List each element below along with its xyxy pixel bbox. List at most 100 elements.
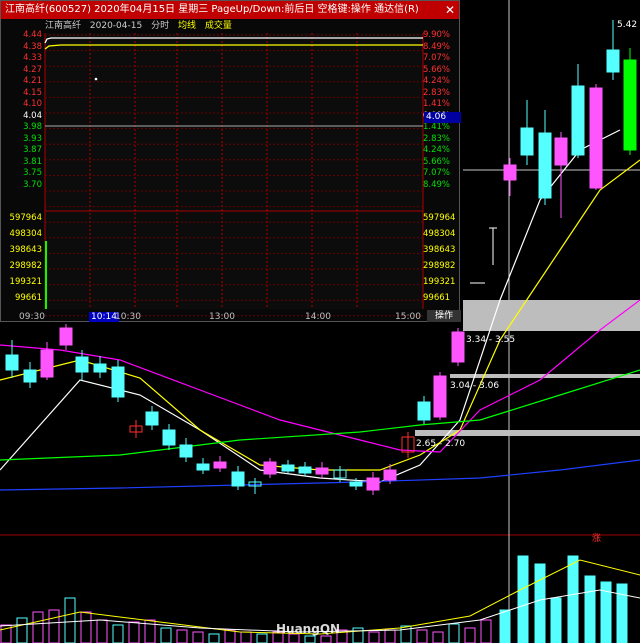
- price-label-11: 3.81: [23, 156, 42, 167]
- volume-label-right-1: 498304: [423, 229, 456, 239]
- volume-bar-33: [534, 563, 546, 643]
- time-label-2: 10:30: [115, 312, 141, 322]
- operate-button[interactable]: 操作: [427, 310, 461, 322]
- candle-body-12: [213, 461, 227, 469]
- candle-body-3: [59, 327, 73, 346]
- price-label-4: 4.21: [23, 76, 42, 86]
- candle-body-24: [417, 401, 431, 421]
- price-label-10: 3.87: [23, 145, 42, 155]
- zone-label-2: 3.04 - 3.06: [450, 381, 500, 391]
- price-label-6: 4.10: [23, 99, 42, 109]
- volume-bar-35: [567, 555, 579, 643]
- volume-bar-6: [96, 619, 108, 643]
- percent-label-5: 2.83%: [423, 87, 451, 98]
- volume-bar-31: [499, 609, 511, 643]
- candle-body-17: [298, 466, 312, 474]
- percent-label-0: 9.90%: [423, 30, 451, 40]
- percent-label-9: 2.83%: [423, 133, 451, 144]
- time-label-5: 15:00: [395, 312, 421, 322]
- volume-bar-23: [368, 631, 380, 643]
- candle-body-13: [231, 471, 245, 487]
- candle-body-10: [179, 444, 193, 458]
- volume-label-right-5: 99661: [423, 293, 451, 303]
- price-label-8: 3.98: [23, 122, 42, 132]
- volume-bar-10: [160, 627, 172, 643]
- percent-label-13: 8.49%: [423, 179, 451, 190]
- candle-body-27: [503, 164, 517, 181]
- percent-label-12: 7.07%: [423, 168, 451, 178]
- volume-bar-12: [192, 631, 204, 643]
- percent-label-10: 4.24%: [423, 145, 451, 155]
- volume-bar-3: [48, 609, 60, 643]
- candle-body-15: [263, 461, 277, 475]
- candle-body-8: [145, 411, 159, 426]
- volume-bar-11: [176, 629, 188, 643]
- candle-body-2: [40, 349, 54, 378]
- volume-bar-28: [448, 623, 460, 643]
- ma-line-blue: [0, 459, 640, 491]
- support-zone-1: [463, 300, 640, 331]
- volume-bar-22: [352, 627, 364, 643]
- limit-up-badge: 涨: [592, 534, 602, 544]
- volume-label-left-4: 199321: [9, 277, 42, 287]
- volume-bar-2: [32, 611, 44, 643]
- volume-label-left-0: 597964: [9, 213, 42, 223]
- candle-body-4: [75, 356, 89, 373]
- price-label-3: 4.27: [23, 64, 42, 75]
- intraday-chart: [44, 33, 424, 317]
- volume-label-right-3: 298982: [423, 261, 456, 271]
- volume-bar-19: [304, 635, 316, 643]
- volume-bar-30: [480, 619, 492, 643]
- volume-label-right-0: 597964: [423, 213, 456, 223]
- volume-label-left-1: 498304: [9, 229, 42, 239]
- volume-bar-13: [208, 633, 220, 643]
- candle-body-25: [433, 375, 447, 418]
- volume-bar-32: [517, 555, 529, 643]
- intraday-popup[interactable]: 江南高纤(600527) 2020年04月15日 星期三 PageUp/Down…: [0, 0, 461, 322]
- volume-bar-20: [320, 635, 332, 643]
- candle-body-30: [554, 137, 568, 166]
- percent-label-3: 5.66%: [423, 64, 451, 75]
- price-label-2: 4.33: [23, 53, 42, 63]
- current-price-box: 4.06: [424, 112, 461, 123]
- candle-body-32: [589, 87, 603, 189]
- volume-label-left-3: 298982: [9, 261, 42, 271]
- candle-body-18: [315, 467, 329, 475]
- price-label-0: 4.44: [23, 30, 42, 40]
- price-label-12: 3.75: [23, 168, 42, 178]
- price-label-7: 4.04: [23, 110, 42, 121]
- volume-bar-15: [240, 631, 252, 643]
- candle-body-29: [538, 132, 552, 199]
- percent-label-4: 4.24%: [423, 76, 451, 86]
- intraday-plot-area: [45, 33, 423, 309]
- volume-bar-38: [616, 583, 628, 643]
- candle-body-22: [383, 469, 397, 481]
- candle-body-11: [196, 463, 210, 471]
- candle-body-16: [281, 464, 295, 472]
- price-label-13: 3.70: [23, 179, 42, 190]
- volume-bar-24: [384, 629, 396, 643]
- candle-body-33: [606, 49, 620, 73]
- volume-label-left-2: 398643: [9, 245, 42, 255]
- volume-bar-1: [16, 617, 28, 643]
- volume-bar-34: [550, 597, 562, 643]
- volume-bar-26: [416, 629, 428, 643]
- price-label-9: 3.93: [23, 133, 42, 144]
- volume-bar-16: [256, 633, 268, 643]
- watermark-logo: HuangQN: [276, 622, 341, 636]
- percent-label-8: 1.41%: [423, 122, 451, 132]
- volume-bar-4: [64, 597, 76, 643]
- candle-body-6: [111, 366, 125, 398]
- candle-body-9: [162, 429, 176, 446]
- candle-body-34: [623, 59, 637, 151]
- candle-body-20: [349, 481, 363, 487]
- volume-label-left-5: 99661: [14, 293, 42, 303]
- volume-bar-5: [80, 611, 92, 643]
- high-price-label: 5.42: [617, 20, 638, 30]
- intraday-volume-bar: [45, 241, 47, 309]
- zone-label-1: 3.34 - 3.55: [466, 335, 516, 345]
- volume-label-right-2: 398643: [423, 245, 456, 255]
- volume-bar-8: [128, 621, 140, 643]
- percent-label-6: 1.41%: [423, 99, 451, 109]
- time-label-0: 09:30: [19, 312, 45, 322]
